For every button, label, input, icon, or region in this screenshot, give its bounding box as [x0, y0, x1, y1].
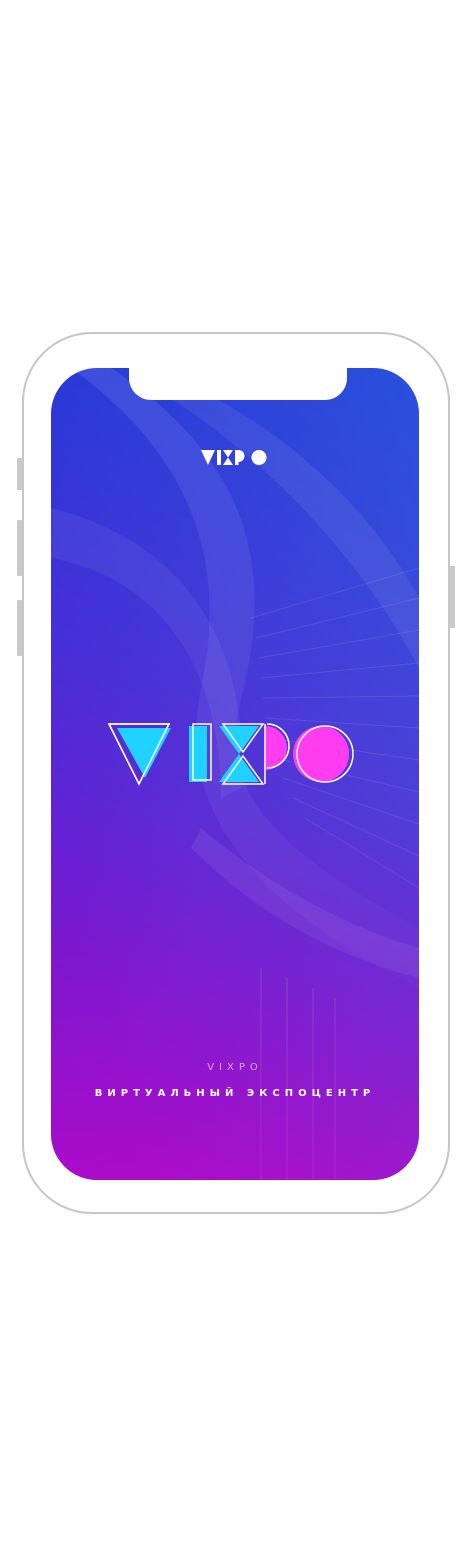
brand-name: VIXPO [207, 1062, 263, 1073]
power-button [450, 566, 455, 628]
tagline: ВИРТУАЛЬНЫЙ ЭКСПОЦЕНТР [94, 1088, 376, 1099]
phone-notch [129, 368, 347, 400]
splash-screen: VIXPO ВИРТУАЛЬНЫЙ ЭКСПОЦЕНТР [51, 368, 419, 1180]
vixpo-logo-icon [201, 450, 267, 465]
vixpo-logo-large [107, 723, 354, 786]
